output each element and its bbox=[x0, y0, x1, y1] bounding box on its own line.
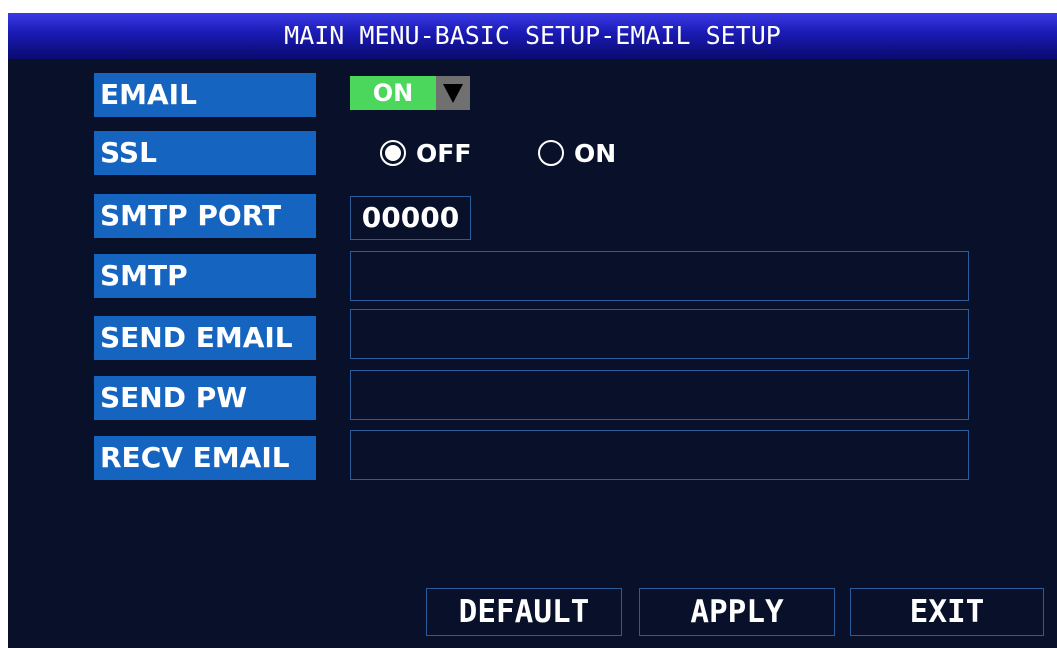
email-dropdown-value[interactable]: ON bbox=[350, 76, 436, 110]
ssl-on-label: ON bbox=[574, 138, 617, 168]
send-pw-input[interactable] bbox=[350, 370, 969, 420]
smtp-input[interactable] bbox=[350, 251, 969, 301]
recv-email-label: RECV EMAIL bbox=[94, 436, 316, 480]
radio-unchecked-icon[interactable] bbox=[538, 140, 564, 166]
ssl-label: SSL bbox=[94, 131, 316, 175]
page-title: MAIN MENU-BASIC SETUP-EMAIL SETUP bbox=[284, 21, 781, 50]
apply-button[interactable]: APPLY bbox=[639, 588, 835, 636]
exit-button[interactable]: EXIT bbox=[850, 588, 1044, 636]
ssl-off-radio[interactable]: OFF bbox=[380, 135, 471, 171]
email-setup-screen: MAIN MENU-BASIC SETUP-EMAIL SETUP EMAIL … bbox=[8, 13, 1057, 648]
smtp-port-input[interactable]: 00000 bbox=[350, 196, 471, 240]
smtp-port-label: SMTP PORT bbox=[94, 194, 316, 238]
radio-checked-icon[interactable] bbox=[380, 140, 406, 166]
recv-email-input[interactable] bbox=[350, 430, 969, 480]
smtp-label: SMTP bbox=[94, 254, 316, 298]
ssl-on-radio[interactable]: ON bbox=[538, 135, 616, 171]
triangle-down-icon[interactable] bbox=[436, 76, 470, 110]
email-dropdown[interactable]: ON bbox=[350, 76, 470, 110]
send-pw-label: SEND PW bbox=[94, 376, 316, 420]
email-label: EMAIL bbox=[94, 73, 316, 117]
send-email-input[interactable] bbox=[350, 309, 969, 359]
title-bar: MAIN MENU-BASIC SETUP-EMAIL SETUP bbox=[8, 13, 1057, 59]
ssl-off-label: OFF bbox=[416, 138, 472, 168]
default-button[interactable]: DEFAULT bbox=[426, 588, 622, 636]
send-email-label: SEND EMAIL bbox=[94, 316, 316, 360]
